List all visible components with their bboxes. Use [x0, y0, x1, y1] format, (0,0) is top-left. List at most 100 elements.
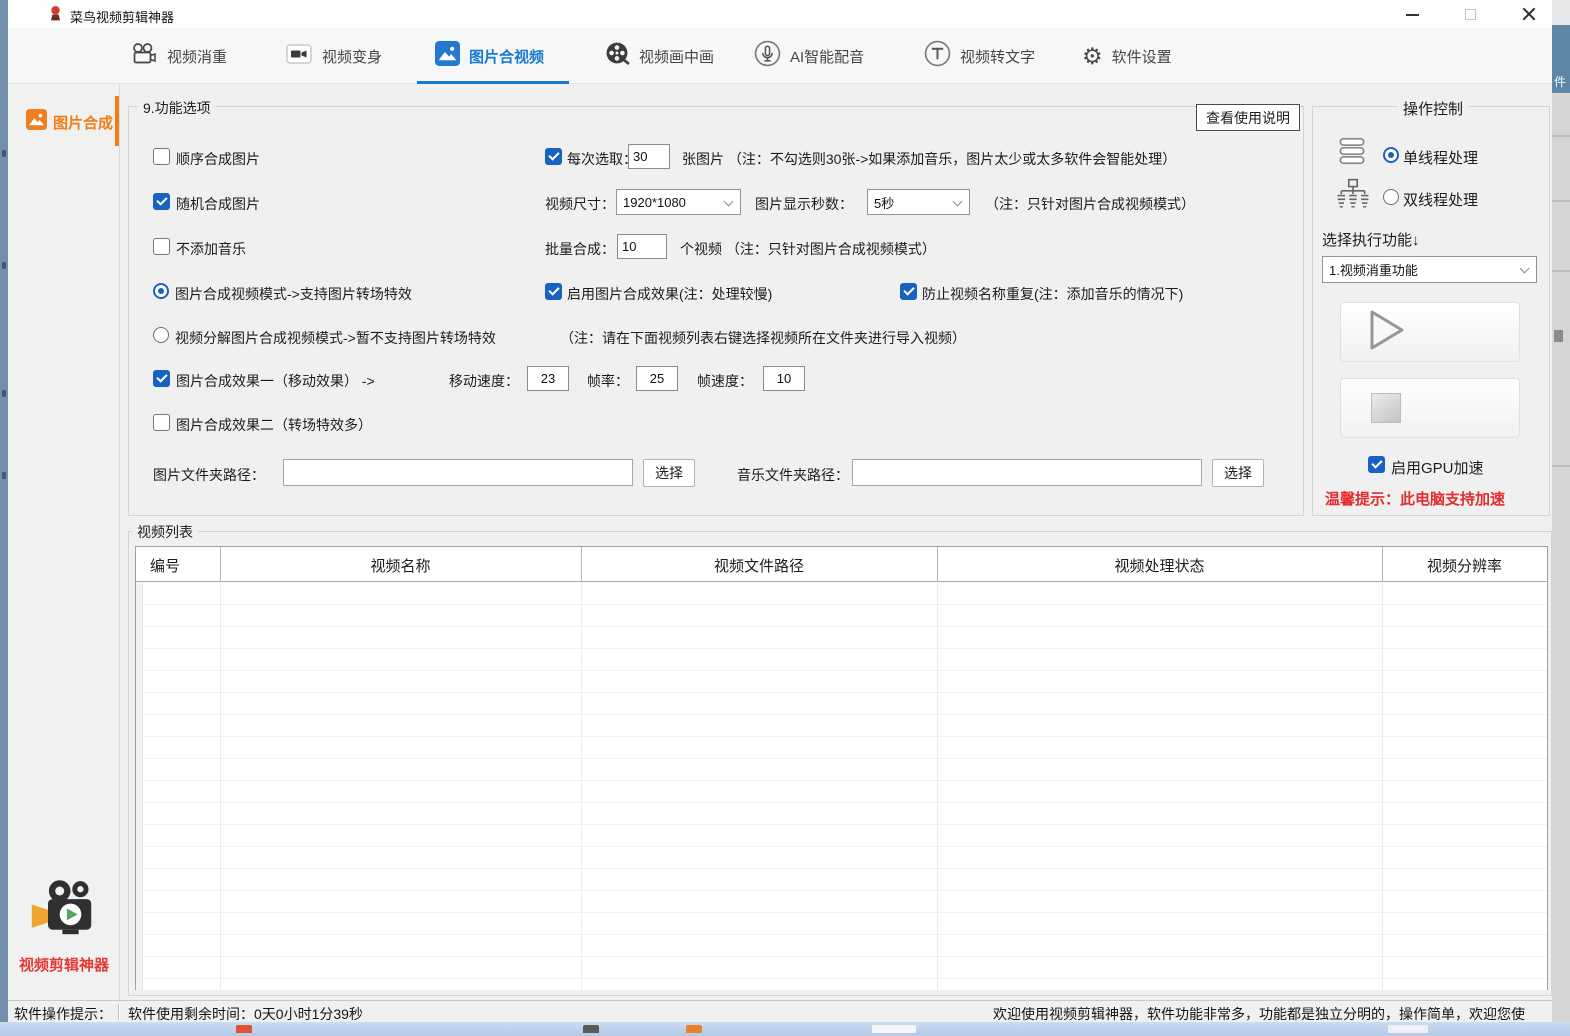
tab-label: 视频转文字: [960, 46, 1035, 67]
picture-icon: [435, 41, 460, 71]
video-decompose-note: （注：请在下面视频列表右键选择视频所在文件夹进行导入视频）: [560, 328, 966, 348]
start-button[interactable]: [1340, 302, 1520, 362]
stop-button[interactable]: [1340, 378, 1520, 438]
checkbox-gpu-label[interactable]: 启用GPU加速: [1391, 457, 1484, 478]
taskbar-icon[interactable]: [872, 1025, 916, 1033]
radio-dual-thread-label[interactable]: 双线程处理: [1403, 189, 1478, 210]
checkbox-effect-one[interactable]: [153, 370, 170, 387]
hierarchy-tree-icon: [1336, 178, 1370, 215]
app-logo-large-icon: [30, 876, 102, 947]
taskbar-icon[interactable]: [1388, 1025, 1428, 1033]
titlebar: 菜鸟视频剪辑神器: [8, 0, 1552, 28]
radio-video-decompose-label[interactable]: 视频分解图片合成视频模式->暂不支持图片转场特效: [175, 328, 496, 348]
frame-rate-label: 帧率：: [587, 371, 629, 391]
stop-square-icon: [1371, 393, 1401, 423]
video-table-body[interactable]: [136, 583, 1547, 990]
taskbar-icon[interactable]: [236, 1025, 252, 1033]
image-seconds-select[interactable]: 5秒: [867, 189, 970, 215]
checkbox-pick-count[interactable]: [545, 148, 562, 165]
tab-video-pip[interactable]: 视频画中画: [605, 28, 714, 84]
move-speed-input[interactable]: [527, 366, 569, 391]
checkbox-sequential-label[interactable]: 顺序合成图片: [176, 149, 260, 169]
picture-icon: [26, 109, 47, 135]
desktop-edge-left: [0, 0, 8, 1036]
status-welcome-text: 欢迎使用视频剪辑神器，软件功能非常多，功能都是独立分明的，操作简单，欢迎您使: [993, 1004, 1551, 1024]
status-divider: [118, 1004, 119, 1020]
frame-speed-input[interactable]: [763, 366, 805, 391]
radio-video-decompose-mode[interactable]: [153, 327, 169, 343]
control-group-title: 操作控制: [1398, 98, 1468, 119]
sidebar-item-image-compose[interactable]: 图片合成: [8, 100, 120, 144]
batch-input[interactable]: [617, 234, 667, 259]
tab-video-to-text[interactable]: 视频转文字: [924, 28, 1035, 84]
checkbox-effect-two-label[interactable]: 图片合成效果二（转场特效多）: [176, 415, 372, 435]
radio-image-mode-label[interactable]: 图片合成视频模式->支持图片转场特效: [175, 284, 412, 304]
checkbox-prevent-duplicate[interactable]: [900, 283, 917, 300]
sidebar: 图片合成 视频剪辑神器: [8, 84, 120, 1000]
music-folder-label: 音乐文件夹路径：: [737, 465, 849, 485]
close-button[interactable]: [1507, 0, 1551, 28]
checkbox-random-label[interactable]: 随机合成图片: [176, 194, 260, 214]
taskbar-icon[interactable]: [686, 1025, 702, 1033]
tab-image-to-video[interactable]: 图片合视频: [435, 28, 544, 84]
checkbox-random[interactable]: [153, 193, 170, 210]
help-button[interactable]: 查看使用说明: [1196, 104, 1300, 131]
function-select[interactable]: 1.视频消重功能: [1322, 256, 1537, 283]
col-header-status[interactable]: 视频处理状态: [937, 555, 1382, 576]
checkbox-no-music-label[interactable]: 不添加音乐: [176, 239, 246, 259]
col-header-number[interactable]: 编号: [150, 555, 180, 576]
tab-ai-voice[interactable]: AI智能配音: [754, 28, 864, 84]
background-glyph-fragment: [1554, 330, 1563, 342]
image-folder-choose-button[interactable]: 选择: [643, 459, 695, 487]
background-window-edge: 件: [1552, 25, 1570, 93]
checkbox-enable-effect[interactable]: [545, 283, 562, 300]
tab-label: 视频画中画: [639, 46, 714, 67]
pick-count-input[interactable]: [628, 144, 670, 169]
image-seconds-label: 图片显示秒数：: [755, 194, 853, 214]
maximize-icon: [1465, 9, 1476, 20]
sidebar-active-indicator: [115, 96, 119, 146]
radio-image-mode[interactable]: [153, 283, 169, 299]
status-left-label: 软件操作提示：: [14, 1004, 112, 1024]
checkbox-no-music[interactable]: [153, 238, 170, 255]
checkbox-sequential[interactable]: [153, 148, 170, 165]
taskbar[interactable]: [0, 1022, 1570, 1036]
radio-single-thread[interactable]: [1383, 147, 1399, 163]
taskbar-icon[interactable]: [583, 1025, 599, 1033]
video-table[interactable]: 编号 视频名称 视频文件路径 视频处理状态 视频分辨率: [135, 546, 1548, 990]
music-folder-input[interactable]: [852, 459, 1202, 486]
tab-label: AI智能配音: [790, 46, 864, 67]
minimize-icon: [1406, 14, 1419, 16]
tab-video-dedupe[interactable]: 视频消重: [130, 28, 227, 84]
col-header-name[interactable]: 视频名称: [220, 555, 581, 576]
video-size-select[interactable]: 1920*1080: [616, 189, 741, 215]
checkbox-effect-one-label[interactable]: 图片合成效果一（移动效果） ->: [176, 371, 375, 391]
video-size-label: 视频尺寸：: [545, 194, 615, 214]
microphone-icon: [754, 40, 781, 72]
music-folder-choose-button[interactable]: 选择: [1212, 459, 1264, 487]
radio-dual-thread[interactable]: [1383, 189, 1399, 205]
frame-speed-label: 帧速度：: [697, 371, 753, 391]
letter-t-icon: [924, 40, 951, 72]
checkbox-enable-effect-label[interactable]: 启用图片合成效果(注：处理较慢): [567, 284, 772, 304]
col-header-path[interactable]: 视频文件路径: [581, 555, 937, 576]
minimize-button[interactable]: [1391, 0, 1435, 28]
tab-video-transform[interactable]: 视频变身: [285, 28, 382, 84]
checkbox-prevent-duplicate-label[interactable]: 防止视频名称重复(注：添加音乐的情况下): [922, 284, 1183, 304]
maximize-button[interactable]: [1449, 0, 1493, 28]
checkbox-effect-two[interactable]: [153, 414, 170, 431]
chevron-down-icon: [724, 197, 734, 207]
checkbox-pick-count-label[interactable]: 每次选取：: [567, 149, 637, 169]
checkbox-gpu[interactable]: [1368, 456, 1385, 473]
screen: { "titlebar": { "title": "菜鸟视频剪辑神器" }, "…: [0, 0, 1570, 1036]
video-table-header: 编号 视频名称 视频文件路径 视频处理状态 视频分辨率: [136, 547, 1547, 582]
tab-settings[interactable]: ⚙ 软件设置: [1082, 28, 1172, 84]
col-header-resolution[interactable]: 视频分辨率: [1382, 555, 1547, 576]
options-group-title: 9.功能选项: [138, 98, 216, 118]
frame-rate-input[interactable]: [636, 366, 678, 391]
radio-single-thread-label[interactable]: 单线程处理: [1403, 147, 1478, 168]
status-time-text: 软件使用剩余时间：0天0小时1分39秒: [128, 1004, 363, 1024]
app-logo-caption: 视频剪辑神器: [8, 954, 120, 975]
image-folder-input[interactable]: [283, 459, 633, 486]
window-title: 菜鸟视频剪辑神器: [70, 7, 174, 26]
